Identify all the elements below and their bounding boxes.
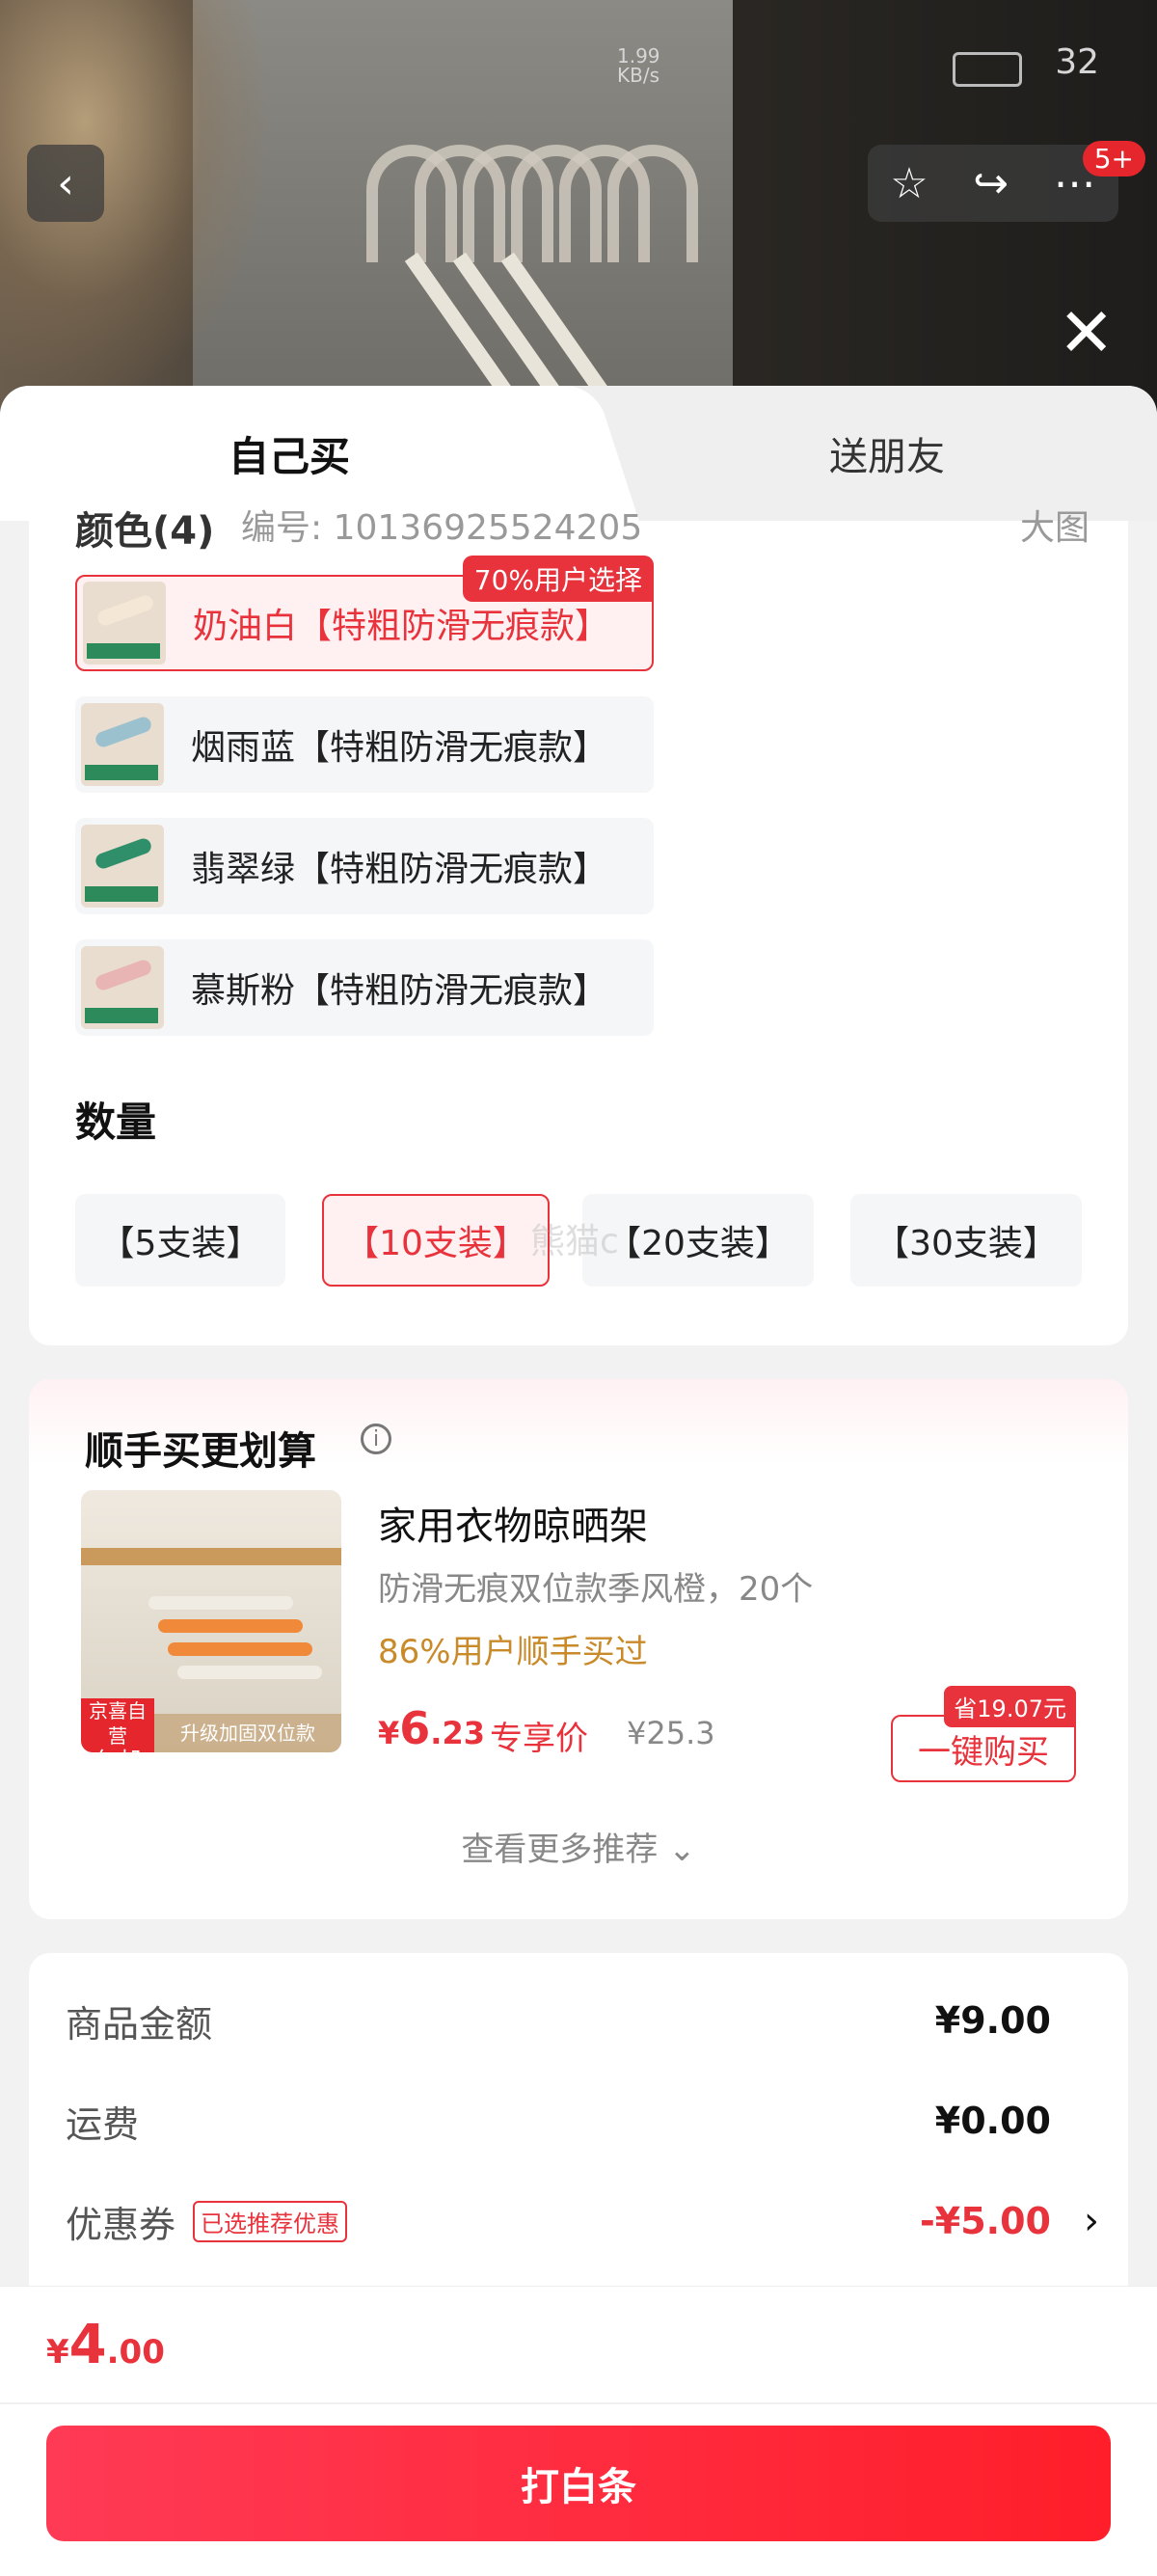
shipping-row: 运费 ¥0.00 [66, 2092, 1051, 2150]
total-int: 4 [68, 2314, 107, 2376]
recommended-coupon-tag: 已选推荐优惠 [193, 2200, 348, 2242]
row-label: 商品金额 [66, 2002, 213, 2046]
image-hanger [148, 1596, 293, 1610]
thumb-tag [85, 1008, 158, 1023]
recommend-card: 顺手买更划算 i 京喜自营 包邮 升级加固双位款 家用衣物晾晒架 防滑无痕双位款… [29, 1379, 1128, 1919]
quantity-option[interactable]: 【30支装】 [850, 1194, 1082, 1287]
image-hanger [158, 1619, 303, 1633]
more-recommendations-link[interactable]: 查看更多推荐 ⌄ [29, 1823, 1128, 1870]
row-label: 运费 [66, 2102, 140, 2146]
original-price: ¥25.3 [627, 1715, 715, 1751]
checkout-bar: ¥4.00 打白条 [0, 2286, 1157, 2576]
image-hanger [177, 1666, 322, 1679]
recommend-title: 顺手买更划算 [85, 1429, 316, 1474]
social-proof: 86%用户顺手买过 [378, 1633, 648, 1671]
row-value: -¥5.00 [920, 2200, 1051, 2242]
option-thumbnail [83, 582, 166, 664]
purchase-sheet: 送朋友 自己买 颜色(4) 编号: 10136925524205 大图 奶油白【… [0, 386, 1157, 2575]
thumb-hanger [94, 715, 153, 749]
color-section-label: 颜色(4) [75, 509, 215, 554]
message-badge: 5+ [1082, 141, 1145, 176]
chevron-right-icon: › [1084, 2199, 1099, 2243]
thumb-hanger [95, 593, 155, 628]
star-icon[interactable]: ☆ [890, 159, 928, 208]
color-option-label: 烟雨蓝【特粗防滑无痕款】 [191, 728, 608, 768]
row-value: ¥9.00 [934, 1999, 1051, 2042]
color-option[interactable]: 慕斯粉【特粗防滑无痕款】 [75, 939, 654, 1036]
image-hanger [168, 1642, 312, 1656]
option-thumbnail [81, 946, 164, 1029]
exclusive-price-label: 专享价 [490, 1720, 588, 1758]
thumb-tag [85, 765, 158, 780]
option-thumbnail [81, 703, 164, 786]
color-option-label: 慕斯粉【特粗防滑无痕款】 [191, 971, 608, 1011]
rod [81, 1548, 341, 1565]
battery-level: 32 [1055, 42, 1099, 82]
saving-badge: 省19.07元 [944, 1686, 1076, 1727]
color-option[interactable]: 烟雨蓝【特粗防滑无痕款】 [75, 696, 654, 793]
price-int: 6 [399, 1702, 431, 1754]
recommend-product-name[interactable]: 家用衣物晾晒架 [378, 1495, 648, 1551]
total-price: ¥4.00 [46, 2314, 165, 2376]
color-option[interactable]: 奶油白【特粗防滑无痕款】 70%用户选择 [75, 556, 654, 671]
row-label: 优惠券 [66, 2203, 176, 2246]
color-option[interactable]: 翡翠绿【特粗防滑无痕款】 [75, 818, 654, 914]
pay-button[interactable]: 打白条 [46, 2426, 1111, 2541]
divider [0, 2402, 1157, 2404]
quantity-title: 数量 [75, 1098, 157, 1146]
price-dec: .23 [430, 1715, 485, 1751]
self-tag-line-1: 京喜自营 [89, 1699, 147, 1748]
color-option-label: 翡翠绿【特粗防滑无痕款】 [191, 850, 608, 889]
quantity-option[interactable]: 【5支装】 [75, 1194, 285, 1287]
popular-badge: 70%用户选择 [462, 556, 654, 602]
total-dec: .00 [106, 2333, 165, 2372]
thumb-tag [87, 643, 160, 659]
recommend-product-image[interactable]: 京喜自营 包邮 升级加固双位款 [81, 1490, 341, 1752]
tab-self-buy-label: 自己买 [228, 432, 350, 480]
chevron-left-icon: ‹ [57, 158, 74, 208]
watermark: 熊猫c [530, 1222, 619, 1261]
header-actions: ☆ ↪ ⋯ [868, 145, 1118, 222]
network-speed: 1.99 KB/s [617, 44, 660, 87]
spec-card: 颜色(4) 编号: 10136925524205 大图 奶油白【特粗防滑无痕款】… [29, 508, 1128, 1345]
thumb-hanger [94, 836, 153, 871]
price-symbol: ¥ [378, 1715, 400, 1751]
close-icon[interactable]: ✕ [1058, 299, 1115, 366]
quantity-option[interactable]: 【10支装】 [322, 1194, 550, 1287]
color-option-label: 奶油白【特粗防滑无痕款】 [193, 607, 610, 646]
thumb-hanger [94, 958, 153, 992]
product-code: 编号: 10136925524205 [241, 508, 643, 548]
back-button[interactable]: ‹ [27, 145, 104, 222]
recommend-price: ¥6.23 [378, 1702, 485, 1754]
self-tag-line-2: 包邮 [94, 1748, 141, 1752]
hanger-hook [607, 145, 698, 262]
recommend-product-desc: 防滑无痕双位款季风橙，20个 [378, 1570, 814, 1609]
row-value: ¥0.00 [934, 2100, 1051, 2142]
view-large-image[interactable]: 大图 [1020, 500, 1090, 550]
tab-gift-label: 送朋友 [829, 435, 945, 479]
option-thumbnail [81, 825, 164, 908]
share-icon[interactable]: ↪ [973, 159, 1009, 208]
total-symbol: ¥ [46, 2333, 69, 2372]
goods-amount-row: 商品金额 ¥9.00 [66, 1992, 1051, 2049]
coupon-row[interactable]: 优惠券 已选推荐优惠 -¥5.00 › [66, 2192, 1099, 2250]
thumb-tag [85, 886, 158, 902]
self-operated-tag: 京喜自营 包邮 [81, 1698, 154, 1752]
battery-icon [953, 52, 1022, 87]
info-icon[interactable]: i [361, 1424, 391, 1454]
upgrade-tag: 升级加固双位款 [154, 1714, 341, 1752]
